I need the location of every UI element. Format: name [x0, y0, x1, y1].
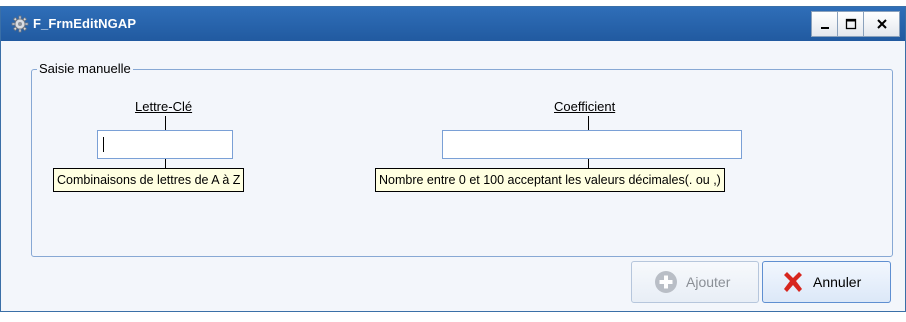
window-title: F_FrmEditNGAP	[33, 16, 137, 31]
add-button[interactable]: Ajouter	[631, 261, 759, 303]
group-legend: Saisie manuelle	[37, 61, 133, 76]
text-caret	[103, 137, 104, 152]
minimize-icon	[819, 15, 831, 34]
manual-entry-group	[31, 69, 893, 257]
lettre-cle-label: Lettre-Clé	[135, 99, 193, 114]
coefficient-hint: Nombre entre 0 et 100 acceptant les vale…	[375, 168, 725, 192]
close-button[interactable]	[863, 11, 900, 37]
dialog-window: F_FrmEditNGAP Saisie manuelle Lettre-Clé…	[0, 6, 906, 312]
title-bar[interactable]: F_FrmEditNGAP	[1, 7, 905, 41]
maximize-button[interactable]	[837, 11, 864, 37]
lettre-cle-input[interactable]	[97, 130, 233, 159]
red-x-icon	[781, 270, 805, 294]
close-icon	[876, 15, 888, 34]
coefficient-input[interactable]	[442, 130, 742, 159]
gear-icon	[11, 15, 29, 33]
bottom-strip	[0, 312, 906, 322]
add-button-label: Ajouter	[686, 274, 731, 290]
connector-line	[165, 116, 166, 130]
minimize-button[interactable]	[811, 11, 838, 37]
coefficient-label: Coefficient	[554, 99, 616, 114]
connector-line	[588, 116, 589, 130]
plus-circle-icon	[654, 270, 678, 294]
lettre-cle-hint: Combinaisons de lettres de A à Z	[53, 168, 245, 192]
maximize-icon	[845, 15, 857, 34]
cancel-button-label: Annuler	[813, 274, 862, 290]
cancel-button[interactable]: Annuler	[762, 261, 891, 303]
